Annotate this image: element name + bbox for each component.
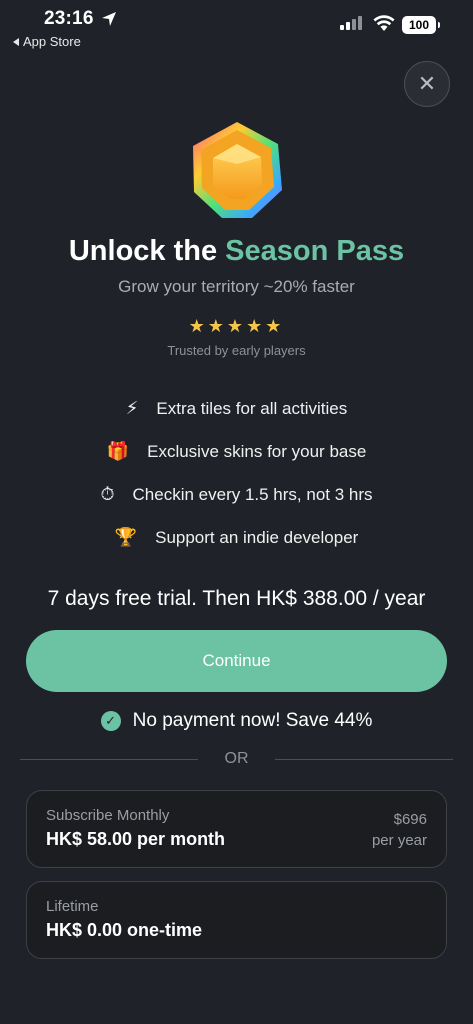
subtitle: Grow your territory ~20% faster [118, 277, 355, 296]
back-label: App Store [23, 34, 81, 49]
divider-right [275, 759, 453, 760]
feature-label: Support an indie developer [155, 528, 359, 547]
plan-price: HK$ 0.00 one-time [46, 920, 203, 940]
plan-name: Lifetime [46, 898, 99, 915]
plan-yearly-equivalent: $696 per year [372, 809, 427, 851]
plan-price: HK$ 58.00 per month [46, 829, 226, 849]
wifi-icon [373, 15, 395, 31]
title-prefix: Unlock the [68, 235, 226, 267]
plan-name: Subscribe Monthly [46, 807, 170, 824]
title-accent: Season Pass [225, 235, 405, 267]
yearly-unit: per year [371, 832, 427, 849]
gift-icon: 🎁 [106, 441, 130, 461]
trophy-icon: 🏆 [114, 527, 138, 547]
yearly-amount: $696 [393, 811, 427, 828]
season-pass-gem-icon [193, 122, 282, 218]
trial-price-text: 7 days free trial. Then HK$ 388.00 / yea… [47, 587, 426, 610]
plan-monthly-option[interactable]: Subscribe Monthly HK$ 58.00 per month $6… [26, 790, 447, 868]
battery-indicator: 100 [402, 16, 440, 34]
back-arrow-icon [13, 37, 19, 46]
feature-label: Checkin every 1.5 hrs, not 3 hrs [132, 485, 373, 504]
feature-item: 🎁 Exclusive skins for your base [0, 441, 473, 462]
feature-item: ⚡ Extra tiles for all activities [0, 398, 473, 419]
stopwatch-icon: ⏱ [100, 484, 115, 504]
back-to-app-store-link[interactable]: App Store [13, 34, 81, 49]
check-circle-icon: ✓ [100, 711, 121, 731]
rating-stars: ★★★★★ [188, 316, 285, 336]
feature-item: ⏱ Checkin every 1.5 hrs, not 3 hrs [0, 484, 473, 505]
status-time: 23:16 [44, 8, 94, 29]
lightning-icon: ⚡ [125, 398, 139, 418]
continue-button[interactable]: Continue [26, 630, 447, 692]
feature-label: Exclusive skins for your base [147, 442, 367, 461]
plan-lifetime-option[interactable]: Lifetime HK$ 0.00 one-time [26, 881, 447, 959]
feature-label: Extra tiles for all activities [156, 399, 348, 418]
cellular-signal-icon [340, 16, 362, 30]
feature-item: 🏆 Support an indie developer [0, 527, 473, 548]
no-payment-text: No payment now! Save 44% [132, 710, 373, 731]
page-title: Unlock the Season Pass [0, 235, 473, 268]
close-button[interactable]: ✕ [404, 61, 450, 107]
location-arrow-icon [102, 12, 116, 26]
no-payment-notice: ✓ No payment now! Save 44% [0, 710, 473, 732]
trusted-caption: Trusted by early players [167, 343, 306, 358]
